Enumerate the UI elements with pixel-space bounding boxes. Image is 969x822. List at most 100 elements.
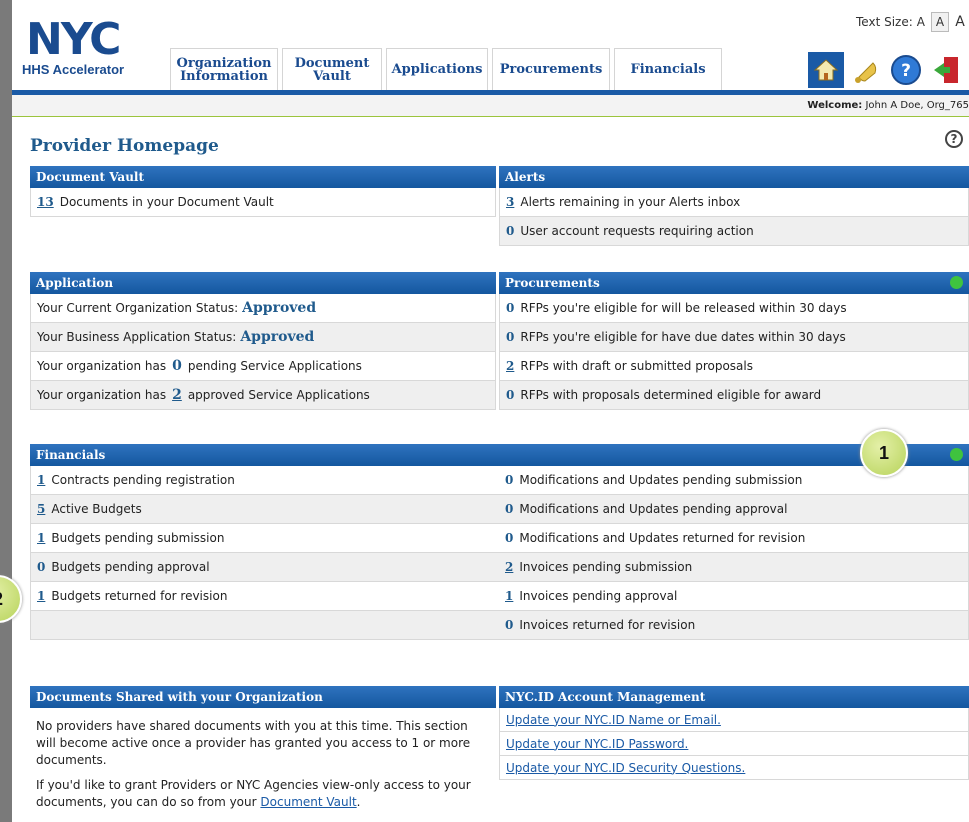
financial-row: 1 Budgets pending submission: [30, 524, 499, 553]
text-size-medium[interactable]: A: [931, 12, 949, 32]
financial-text: Invoices pending approval: [519, 589, 678, 603]
main-nav-tabs: Organization Information Document Vault …: [170, 48, 726, 90]
shared-documents-body: No providers have shared documents with …: [30, 708, 496, 811]
alerts-header: Alerts: [499, 166, 969, 188]
application-panel: Application Your Current Organization St…: [30, 272, 496, 410]
org-status-value: Approved: [242, 300, 317, 316]
financial-text: Budgets pending submission: [51, 531, 225, 545]
financial-row: 0 Budgets pending approval: [30, 553, 499, 582]
financial-text: Modifications and Updates returned for r…: [519, 531, 806, 545]
top-header: NYC HHS Accelerator Organization Informa…: [12, 0, 969, 92]
welcome-bar: Welcome: John A Doe, Org_765: [12, 95, 969, 117]
financial-count-link[interactable]: 5: [37, 502, 45, 516]
financial-count-link[interactable]: 1: [505, 589, 513, 603]
financial-text: Budgets pending approval: [51, 560, 210, 574]
document-vault-link[interactable]: Document Vault: [260, 795, 356, 809]
header-icons: ?: [808, 52, 968, 88]
pending-services-count: 0: [172, 358, 182, 374]
document-count-link[interactable]: 13: [37, 195, 54, 209]
org-status-row: Your Current Organization Status: Approv…: [30, 294, 496, 323]
app-frame: NYC HHS Accelerator Organization Informa…: [12, 0, 969, 822]
document-vault-header: Document Vault: [30, 166, 496, 188]
approved-services-row: Your organization has 2 approved Service…: [30, 381, 496, 410]
business-status-value: Approved: [240, 329, 315, 345]
shared-documents-prefix: If you'd like to grant Providers or NYC …: [36, 778, 471, 809]
financial-count-link[interactable]: 1: [37, 473, 45, 487]
document-vault-row: 13 Documents in your Document Vault: [30, 188, 496, 217]
financials-panel: Financials 1 Contracts pending registrati…: [30, 444, 969, 640]
welcome-user: John A Doe, Org_765: [865, 100, 969, 111]
financial-row: 5 Active Budgets: [30, 495, 499, 524]
procurement-text: RFPs with draft or submitted proposals: [520, 359, 753, 373]
approved-prefix: Your organization has: [37, 388, 167, 402]
approved-services-text: approved Service Applications: [187, 388, 370, 402]
procurement-row: 0 RFPs you're eligible for will be relea…: [499, 294, 969, 323]
financials-left-col: 1 Contracts pending registration 5 Active …: [30, 466, 499, 640]
exit-icon[interactable]: [928, 52, 964, 88]
shared-documents-panel: Documents Shared with your Organization …: [30, 686, 496, 819]
bell-icon[interactable]: [848, 52, 884, 88]
procurement-text: RFPs you're eligible for will be release…: [520, 301, 847, 315]
financial-text: Active Budgets: [51, 502, 142, 516]
shared-documents-instructions: If you'd like to grant Providers or NYC …: [36, 777, 490, 811]
financial-row: [30, 611, 499, 640]
update-password-link[interactable]: Update your NYC.ID Password.: [506, 737, 688, 751]
tab-document-vault[interactable]: Document Vault: [282, 48, 382, 90]
text-size-control: Text Size: A A A: [856, 12, 969, 32]
business-status-row: Your Business Application Status: Approv…: [30, 323, 496, 352]
procurement-count-link[interactable]: 2: [506, 359, 514, 373]
financial-count-link[interactable]: 1: [37, 531, 45, 545]
tab-applications[interactable]: Applications: [386, 48, 488, 90]
pending-prefix: Your organization has: [37, 359, 167, 373]
financial-row: 2 Invoices pending submission: [499, 553, 969, 582]
shared-documents-suffix: .: [356, 795, 361, 809]
financial-row: 0 Modifications and Updates pending appro…: [499, 495, 969, 524]
tab-procurements[interactable]: Procurements: [492, 48, 610, 90]
financial-text: Contracts pending registration: [51, 473, 235, 487]
refresh-icon[interactable]: [950, 448, 963, 461]
update-name-email-link[interactable]: Update your NYC.ID Name or Email.: [506, 713, 721, 727]
financial-row: 1 Invoices pending approval: [499, 582, 969, 611]
approved-services-count[interactable]: 2: [172, 387, 182, 403]
financial-count-link[interactable]: 2: [505, 560, 513, 574]
procurement-row: 2 RFPs with draft or submitted proposals: [499, 352, 969, 381]
update-security-questions-link[interactable]: Update your NYC.ID Security Questions.: [506, 761, 745, 775]
financial-row: 0 Modifications and Updates returned for …: [499, 524, 969, 553]
financial-count: 0: [505, 502, 514, 516]
shared-documents-header: Documents Shared with your Organization: [30, 686, 496, 708]
text-size-small[interactable]: A: [917, 15, 925, 29]
procurements-title: Procurements: [505, 276, 600, 290]
financials-header: Financials: [30, 444, 969, 466]
text-size-label: Text Size:: [856, 15, 913, 29]
financial-row: 0 Invoices returned for revision: [499, 611, 969, 640]
logo-text: NYC: [26, 14, 121, 65]
nycid-panel: NYC.ID Account Management Update your NY…: [499, 686, 969, 780]
financial-count-link[interactable]: 1: [37, 589, 45, 603]
pending-services-text: pending Service Applications: [187, 359, 362, 373]
text-size-large[interactable]: A: [951, 12, 969, 32]
page-help-icon[interactable]: ?: [945, 130, 963, 148]
tab-organization-information[interactable]: Organization Information: [170, 48, 278, 90]
nyc-logo[interactable]: NYC HHS Accelerator: [18, 14, 168, 84]
financial-text: Budgets returned for revision: [51, 589, 228, 603]
financial-row: 1 Budgets returned for revision: [30, 582, 499, 611]
tab-financials[interactable]: Financials: [614, 48, 722, 90]
shared-documents-message: No providers have shared documents with …: [36, 719, 471, 767]
alerts-count-link[interactable]: 3: [506, 195, 514, 209]
financials-right-col: 0 Modifications and Updates pending submi…: [499, 466, 969, 640]
callout-badge-1: 1: [860, 429, 908, 477]
nycid-header: NYC.ID Account Management: [499, 686, 969, 708]
user-requests-count: 0: [506, 224, 515, 238]
nycid-row: Update your NYC.ID Security Questions.: [499, 756, 969, 780]
financial-row: 1 Contracts pending registration: [30, 466, 499, 495]
welcome-label: Welcome:: [807, 100, 863, 111]
home-icon[interactable]: [808, 52, 844, 88]
procurements-panel: Procurements 0 RFPs you're eligible for …: [499, 272, 969, 410]
business-status-label: Your Business Application Status:: [37, 330, 237, 344]
alerts-row: 3 Alerts remaining in your Alerts inbox: [499, 188, 969, 217]
help-icon[interactable]: ?: [888, 52, 924, 88]
financial-text: Invoices pending submission: [519, 560, 693, 574]
alerts-panel: Alerts 3 Alerts remaining in your Alerts…: [499, 166, 969, 246]
financials-title: Financials: [36, 448, 106, 462]
refresh-icon[interactable]: [950, 276, 963, 289]
